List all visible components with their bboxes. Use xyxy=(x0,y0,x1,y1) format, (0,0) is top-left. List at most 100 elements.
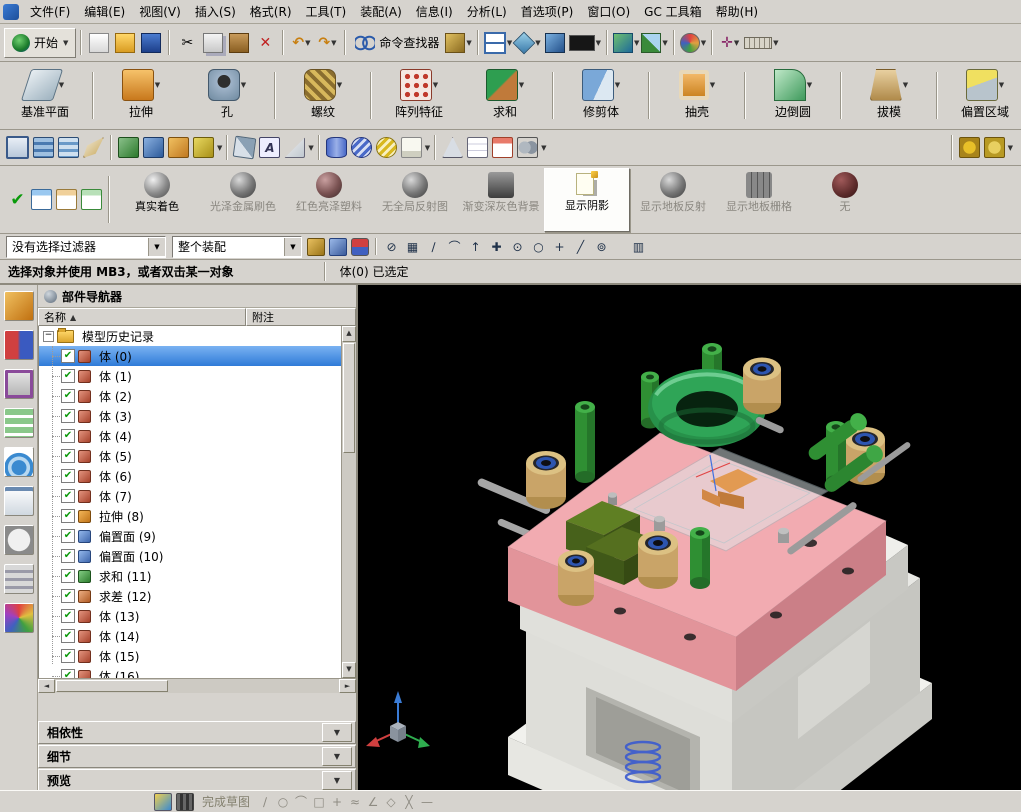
menu-gc-toolbox[interactable]: GC 工具箱 xyxy=(637,0,709,23)
undo-button[interactable]: ↶ ▼ xyxy=(289,30,313,56)
sketch-trim-icon[interactable]: ╳ xyxy=(400,793,418,811)
edge-blend-button[interactable]: ▼ 边倒圆 xyxy=(750,65,836,127)
visibility-checkbox[interactable]: ✔ xyxy=(61,629,75,643)
menu-analysis[interactable]: 分析(L) xyxy=(460,0,514,23)
triangle-tool-icon[interactable] xyxy=(442,137,464,158)
selection-filter-combo[interactable]: 没有选择过滤器 ▼ xyxy=(6,235,166,258)
new-file-button[interactable] xyxy=(87,30,111,56)
tree-row-body-4[interactable]: ✔ 体 (4) xyxy=(39,426,356,446)
visibility-checkbox[interactable]: ✔ xyxy=(61,669,75,678)
edit-table-icon[interactable] xyxy=(56,189,77,210)
menu-window[interactable]: 窗口(O) xyxy=(580,0,637,23)
refresh-display-icon[interactable] xyxy=(6,136,29,159)
sketch-rectangle-icon[interactable]: □ xyxy=(310,793,328,811)
snap-endpoint-icon[interactable]: ∕ xyxy=(423,236,444,257)
thread-button[interactable]: ▼ 螺纹 xyxy=(280,65,366,127)
sketch-spline-icon[interactable]: ≈ xyxy=(346,793,364,811)
menu-insert[interactable]: 插入(S) xyxy=(188,0,243,23)
snap-point-on-curve-icon[interactable]: ╱ xyxy=(570,236,591,257)
tree-root-row[interactable]: − 模型历史记录 xyxy=(39,326,342,346)
validate-check-icon[interactable]: ✔ xyxy=(8,190,27,210)
cylinder-tool-icon[interactable] xyxy=(325,137,347,158)
tree-row-offset-face-10[interactable]: ✔ 偏置面 (10) xyxy=(39,546,356,566)
no-global-reflection-button[interactable]: 无全局反射图 xyxy=(372,168,458,232)
visibility-checkbox[interactable]: ✔ xyxy=(61,429,75,443)
vertical-scrollbar[interactable]: ▲ ▼ xyxy=(341,326,356,678)
highlight-pair-icon[interactable] xyxy=(307,237,325,256)
view-orient-button[interactable]: ▼ xyxy=(512,30,541,56)
gradient-gray-background-button[interactable]: 渐变深灰色背景 xyxy=(458,168,544,232)
snap-facet-icon[interactable]: ▥ xyxy=(628,236,649,257)
window-layout-button[interactable]: ▼ xyxy=(483,30,512,56)
select-group-icon[interactable] xyxy=(329,237,347,256)
gc-tools-icon[interactable] xyxy=(983,137,1005,158)
command-finder-button[interactable]: 命令查找器 xyxy=(351,30,443,56)
tree-row-unite-11[interactable]: ✔ 求和 (11) xyxy=(39,566,356,586)
role-palette-button[interactable]: ▼ xyxy=(679,30,706,56)
gear-pair-icon[interactable] xyxy=(517,137,539,158)
selection-scope-combo[interactable]: 整个装配 ▼ xyxy=(172,235,302,258)
section-dependencies[interactable]: 相依性 ▼ xyxy=(38,721,356,744)
snap-grid-icon[interactable]: ▦ xyxy=(402,236,423,257)
snap-pole-icon[interactable]: ↑ xyxy=(465,236,486,257)
delete-button[interactable]: ✕ xyxy=(253,30,277,56)
trim-body-button[interactable]: ▼ 修剪体 xyxy=(558,65,644,127)
spring-yellow-icon[interactable] xyxy=(375,137,397,158)
start-button[interactable]: 开始 ▼ xyxy=(4,27,77,58)
visibility-checkbox[interactable]: ✔ xyxy=(61,369,75,383)
offset-region-button[interactable]: ▼ 偏置区域 xyxy=(942,65,1021,127)
scrollbar-thumb[interactable] xyxy=(56,680,168,692)
scroll-left-icon[interactable]: ◄ xyxy=(38,679,55,693)
layer-settings-icon[interactable] xyxy=(33,137,54,158)
menu-format[interactable]: 格式(R) xyxy=(243,0,299,23)
tree-row-body-7[interactable]: ✔ 体 (7) xyxy=(39,486,356,506)
collapse-toggle-icon[interactable]: − xyxy=(43,330,54,342)
filter-table-icon[interactable] xyxy=(81,189,102,210)
copy-button[interactable] xyxy=(201,30,225,56)
scrollbar-track[interactable] xyxy=(169,679,339,693)
section-expand-icon[interactable]: ▼ xyxy=(322,771,352,790)
shell-button[interactable]: ▼ 抽壳 xyxy=(654,65,740,127)
sketch-grid-icon[interactable] xyxy=(176,792,194,811)
layer-visible-icon[interactable] xyxy=(58,137,79,158)
tree-row-body-2[interactable]: ✔ 体 (2) xyxy=(39,386,356,406)
menu-edit[interactable]: 编辑(E) xyxy=(77,0,132,23)
section-expand-icon[interactable]: ▼ xyxy=(322,747,352,766)
finish-sketch-icon[interactable] xyxy=(154,792,172,811)
combo-dropdown-icon[interactable]: ▼ xyxy=(284,237,301,256)
snap-magnet-icon[interactable] xyxy=(351,237,369,256)
render-none-button[interactable]: 无 xyxy=(802,168,888,232)
visibility-checkbox[interactable]: ✔ xyxy=(61,589,75,603)
save-button[interactable] xyxy=(139,30,163,56)
visibility-checkbox[interactable]: ✔ xyxy=(61,469,75,483)
tree-row-subtract-12[interactable]: ✔ 求差 (12) xyxy=(39,586,356,606)
datum-csys-icon[interactable] xyxy=(233,135,257,160)
shaded-view-button[interactable] xyxy=(543,30,567,56)
reuse-library-icon[interactable] xyxy=(3,408,34,438)
visibility-checkbox[interactable]: ✔ xyxy=(61,509,75,523)
section-details[interactable]: 细节 ▼ xyxy=(38,745,356,768)
menu-view[interactable]: 视图(V) xyxy=(132,0,188,23)
spring-blue-icon[interactable] xyxy=(350,137,372,158)
pattern-component-icon[interactable] xyxy=(193,137,214,158)
true-shading-button[interactable]: 真实着色 xyxy=(114,168,200,232)
tree-row-body-13[interactable]: ✔ 体 (13) xyxy=(39,606,356,626)
unite-button[interactable]: ▼ 求和 xyxy=(462,65,548,127)
hd3d-tools-icon[interactable] xyxy=(3,447,34,477)
snap-quadrant-icon[interactable]: ○ xyxy=(528,236,549,257)
move-object-button[interactable]: ▼ xyxy=(612,30,639,56)
datum-plane-button[interactable]: ▼ 基准平面 xyxy=(2,65,88,127)
visibility-checkbox[interactable]: ✔ xyxy=(61,489,75,503)
visibility-checkbox[interactable]: ✔ xyxy=(61,349,75,363)
gc-gears-icon[interactable] xyxy=(958,137,980,158)
scrollbar-thumb[interactable] xyxy=(343,343,355,453)
horizontal-scrollbar[interactable]: ◄ ► xyxy=(38,678,356,693)
visibility-checkbox[interactable]: ✔ xyxy=(61,549,75,563)
sketch-dimension-icon[interactable]: — xyxy=(418,793,436,811)
parts-list-icon[interactable] xyxy=(492,137,514,158)
display-mode-button[interactable]: ▼ xyxy=(568,30,601,56)
sketch-polygon-icon[interactable]: ◇ xyxy=(382,793,400,811)
visibility-checkbox[interactable]: ✔ xyxy=(61,529,75,543)
sketch-angle-icon[interactable]: ∠ xyxy=(364,793,382,811)
snap-arc-center-icon[interactable]: ⊙ xyxy=(507,236,528,257)
